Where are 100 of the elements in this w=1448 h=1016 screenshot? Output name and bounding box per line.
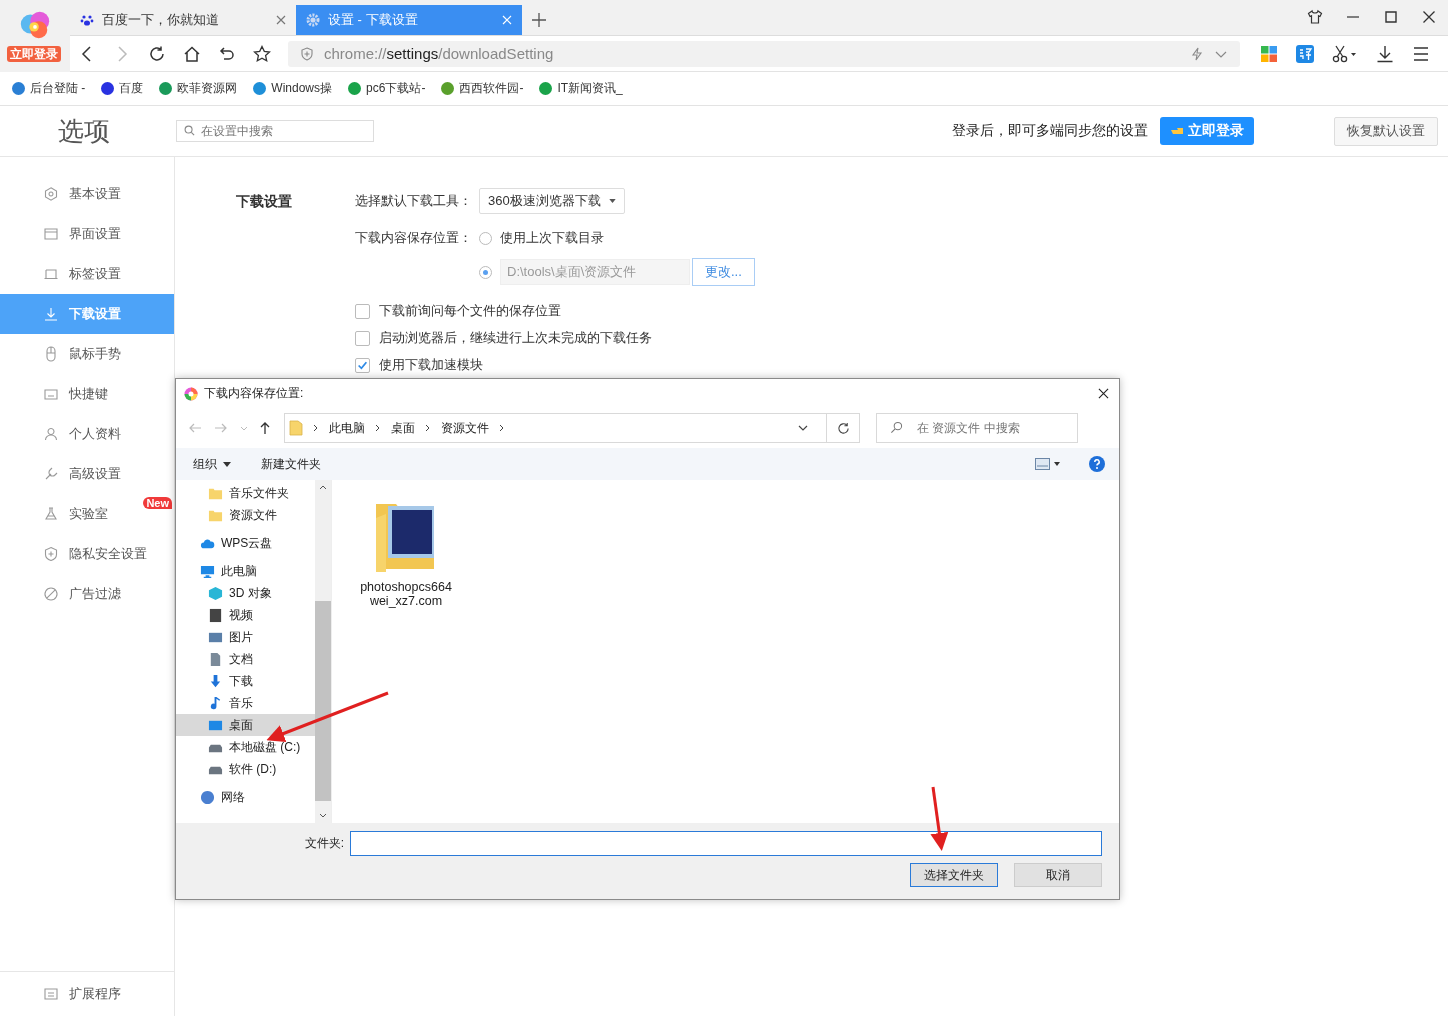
checkbox-label: 下载前询问每个文件的保存位置 bbox=[379, 302, 561, 320]
bookmark-link[interactable]: IT新闻资讯_ bbox=[539, 80, 623, 97]
sidebar-item[interactable]: 个人资料 bbox=[0, 414, 174, 454]
scrollbar[interactable] bbox=[315, 480, 331, 823]
tree-item[interactable]: 网络 bbox=[176, 786, 315, 808]
close-icon[interactable] bbox=[1098, 388, 1109, 399]
home-icon[interactable] bbox=[183, 44, 201, 63]
bookmark-link[interactable]: pc6下载站- bbox=[348, 80, 426, 97]
tree-item[interactable]: 3D 对象 bbox=[176, 582, 315, 604]
help-icon[interactable] bbox=[1089, 456, 1105, 472]
organize-menu[interactable]: 组织 bbox=[193, 455, 231, 473]
translate-icon[interactable] bbox=[1296, 44, 1314, 63]
section-heading: 下载设置 bbox=[236, 192, 293, 211]
bookmark-link[interactable]: Windows操 bbox=[253, 80, 333, 97]
sidebar-item[interactable]: 快捷键 bbox=[0, 374, 174, 414]
breadcrumb-bar[interactable]: 此电脑 桌面 资源文件 bbox=[284, 413, 860, 443]
bookmark-link[interactable]: 欧菲资源网 bbox=[159, 80, 238, 97]
browser-tab[interactable]: 百度一下，你就知道 bbox=[70, 5, 296, 35]
menu-icon[interactable] bbox=[1412, 44, 1430, 63]
scroll-up-icon[interactable] bbox=[319, 485, 327, 490]
download-icon[interactable] bbox=[1376, 44, 1394, 63]
search-field[interactable]: 在 资源文件 中搜索 bbox=[876, 413, 1078, 443]
sidebar-item[interactable]: 标签设置 bbox=[0, 254, 174, 294]
folder-item[interactable]: photoshopcs664wei_xz7.com bbox=[358, 496, 454, 608]
sidebar-item[interactable]: 实验室 New bbox=[0, 494, 174, 534]
chevron-right-icon[interactable] bbox=[499, 424, 505, 432]
apps-icon[interactable] bbox=[1260, 44, 1278, 63]
shirt-icon[interactable] bbox=[1307, 9, 1323, 25]
folder-label: 文件夹: bbox=[304, 835, 344, 852]
sidebar-item[interactable]: 广告过滤 bbox=[0, 574, 174, 614]
chevron-right-icon[interactable] bbox=[375, 424, 381, 432]
tree-item[interactable]: 图片 bbox=[176, 626, 315, 648]
block-icon bbox=[43, 586, 59, 602]
annotation-arrow bbox=[930, 786, 949, 851]
tree-item[interactable]: 音乐文件夹 bbox=[176, 482, 315, 504]
film-icon bbox=[208, 607, 223, 623]
view-options-icon[interactable] bbox=[1035, 458, 1061, 470]
tree-item[interactable]: 此电脑 bbox=[176, 560, 315, 582]
change-button[interactable]: 更改... bbox=[692, 258, 755, 286]
mouse-icon bbox=[43, 346, 59, 362]
breadcrumb-item[interactable]: 资源文件 bbox=[441, 419, 489, 437]
undo-icon[interactable] bbox=[218, 44, 236, 63]
search-icon bbox=[184, 125, 195, 136]
close-icon[interactable] bbox=[1421, 9, 1437, 25]
scissors-icon[interactable] bbox=[1332, 44, 1358, 63]
tree-item[interactable]: 文档 bbox=[176, 648, 315, 670]
field-label: 下载内容保存位置： bbox=[355, 229, 473, 247]
chevron-down-icon[interactable] bbox=[798, 425, 808, 431]
sidebar-item[interactable]: 高级设置 bbox=[0, 454, 174, 494]
hexagon-icon bbox=[43, 186, 59, 202]
doc-icon bbox=[208, 651, 223, 667]
bookmark-link[interactable]: 西西软件园- bbox=[441, 80, 524, 97]
checkbox[interactable] bbox=[355, 330, 370, 346]
tree-item[interactable]: 视频 bbox=[176, 604, 315, 626]
tree-item[interactable]: 软件 (D:) bbox=[176, 758, 315, 780]
tree-item[interactable]: 音乐 bbox=[176, 692, 315, 714]
lightning-icon[interactable] bbox=[1190, 46, 1204, 61]
search-field[interactable]: 在设置中搜索 bbox=[176, 120, 374, 142]
file-name: photoshopcs664wei_xz7.com bbox=[359, 580, 453, 608]
reload-icon[interactable] bbox=[148, 44, 166, 63]
window-icon bbox=[43, 226, 59, 242]
tree-item[interactable]: 资源文件 bbox=[176, 504, 315, 526]
breadcrumb-item[interactable]: 此电脑 bbox=[329, 419, 365, 437]
tree-item[interactable]: 本地磁盘 (C:) bbox=[176, 736, 315, 758]
search-icon bbox=[890, 421, 903, 434]
refresh-icon[interactable] bbox=[836, 421, 850, 435]
sidebar-item[interactable]: 隐私安全设置 bbox=[0, 534, 174, 574]
maximize-icon[interactable] bbox=[1383, 9, 1399, 25]
restore-defaults-button[interactable]: 恢复默认设置 bbox=[1334, 116, 1438, 146]
tree-item[interactable]: WPS云盘 bbox=[176, 532, 315, 554]
up-arrow-icon[interactable] bbox=[258, 421, 272, 435]
select-folder-button[interactable]: 选择文件夹 bbox=[910, 863, 998, 887]
sidebar-item[interactable]: 基本设置 bbox=[0, 174, 174, 214]
star-icon[interactable] bbox=[253, 44, 271, 63]
list-icon bbox=[43, 986, 59, 1002]
new-badge: New bbox=[143, 497, 172, 509]
new-folder-button[interactable]: 新建文件夹 bbox=[261, 455, 321, 473]
checkbox[interactable] bbox=[355, 357, 370, 373]
sidebar-item[interactable]: 鼠标手势 bbox=[0, 334, 174, 374]
cancel-button[interactable]: 取消 bbox=[1014, 863, 1102, 887]
sidebar-item[interactable]: 界面设置 bbox=[0, 214, 174, 254]
bookmark-link[interactable]: 百度 bbox=[101, 80, 144, 97]
caret-icon bbox=[223, 461, 231, 467]
checkbox[interactable] bbox=[355, 303, 370, 319]
chevron-right-icon[interactable] bbox=[425, 424, 431, 432]
scroll-down-icon[interactable] bbox=[319, 813, 327, 818]
tree-item[interactable]: 下载 bbox=[176, 670, 315, 692]
extensions-link[interactable]: 扩展程序 bbox=[0, 971, 174, 1016]
dialog-title: 下载内容保存位置: bbox=[204, 385, 304, 402]
breadcrumb-item[interactable]: 桌面 bbox=[391, 419, 415, 437]
new-tab-icon[interactable] bbox=[532, 13, 546, 27]
caret-icon bbox=[608, 199, 616, 203]
download-tool-dropdown[interactable]: 360极速浏览器下载 bbox=[479, 188, 625, 214]
chevron-right-icon[interactable] bbox=[313, 424, 319, 432]
gear-icon bbox=[306, 13, 320, 27]
flask-icon bbox=[43, 506, 59, 522]
folder-input[interactable] bbox=[350, 831, 1102, 856]
bookmark-link[interactable]: 后台登陆 - bbox=[12, 80, 86, 97]
address-bar[interactable]: chrome://settings/downloadSetting bbox=[288, 40, 1240, 67]
tree-item[interactable]: 桌面 bbox=[176, 714, 315, 736]
